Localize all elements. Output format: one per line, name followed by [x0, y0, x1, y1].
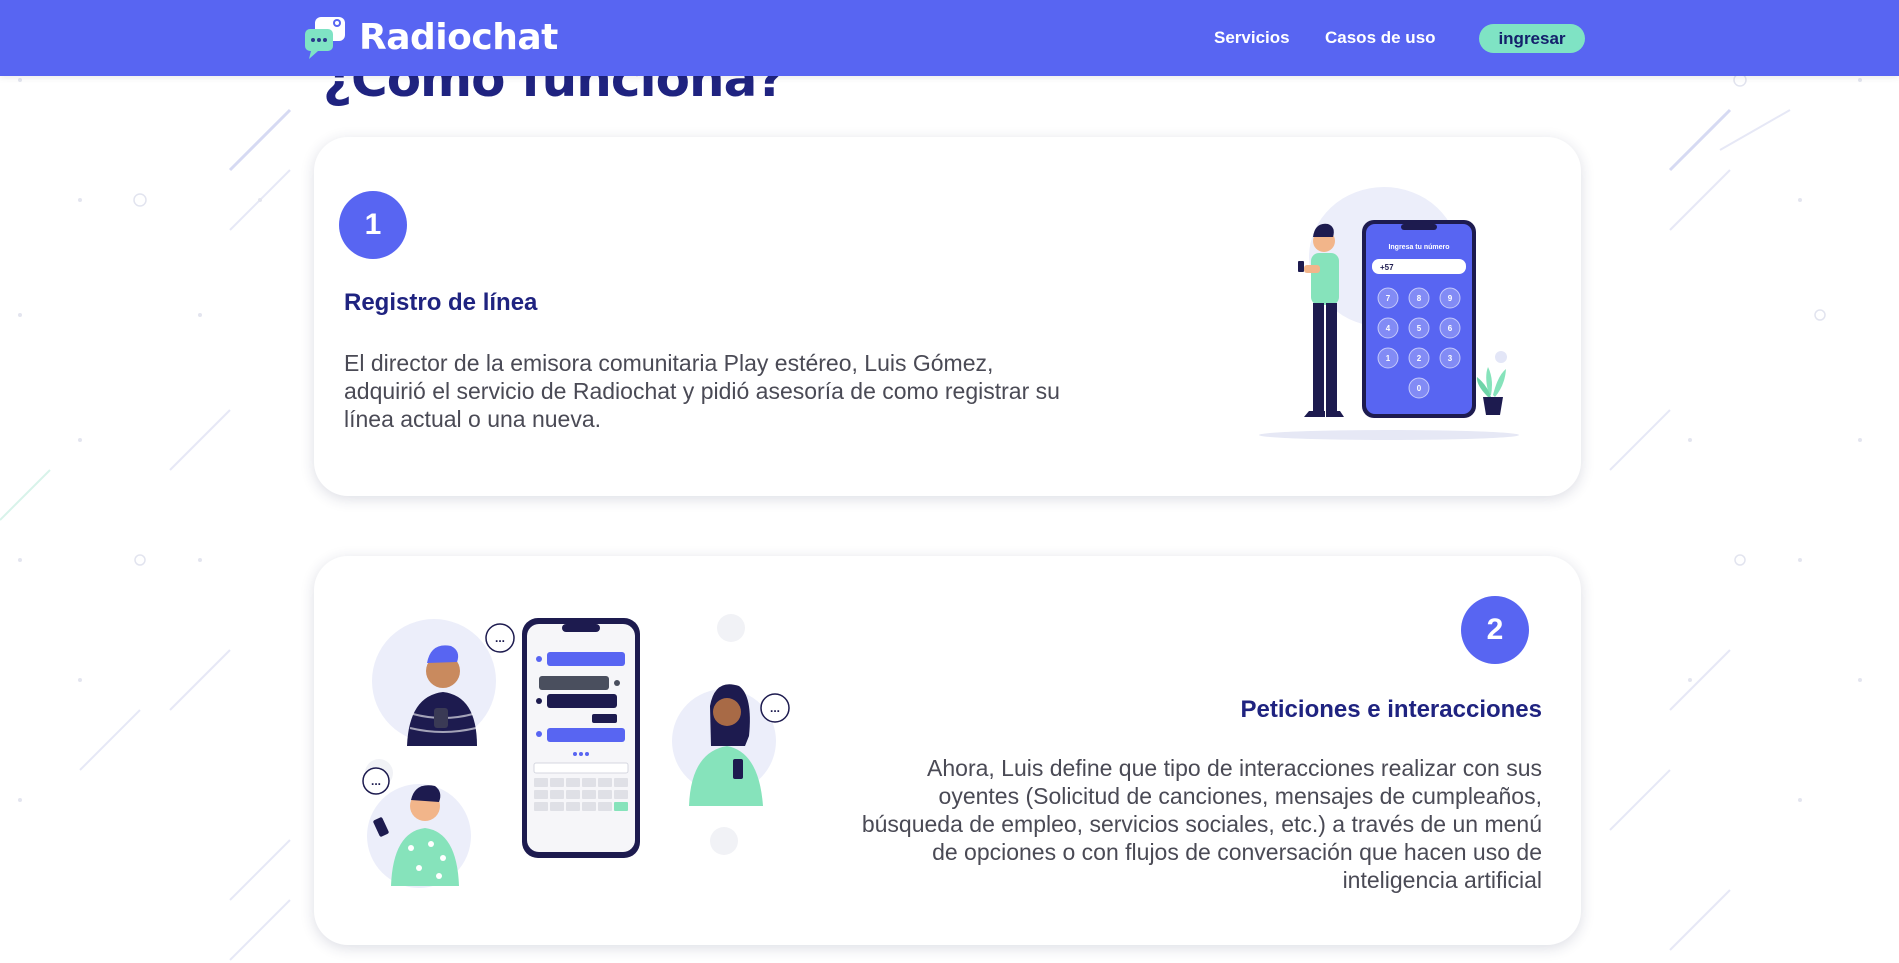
- keypad-key: 1: [1386, 354, 1391, 363]
- keypad-key: 9: [1448, 294, 1453, 303]
- brand-name: Radiochat: [359, 16, 558, 58]
- step-title: Registro de línea: [344, 289, 538, 316]
- keypad-key: 0: [1417, 384, 1422, 393]
- top-navbar: Radiochat Servicios Casos de uso ingresa…: [0, 0, 1899, 76]
- phone-registration-illustration: Ingresa tu número +57 7 8 9 4 5 6 1 2 3 …: [1259, 187, 1519, 440]
- phone-prefix: +57: [1380, 263, 1394, 272]
- keypad-key: 5: [1417, 324, 1422, 333]
- speech-bubble-dots: ...: [770, 701, 780, 715]
- speech-bubble-dots: ...: [371, 774, 381, 788]
- keypad-key: 6: [1448, 324, 1453, 333]
- chat-bubble-logo-icon: [305, 17, 345, 59]
- step-number-badge: 1: [339, 191, 407, 259]
- step-card-2: ... ... ... 2 Peticiones e interacciones…: [314, 556, 1581, 945]
- step-description: Ahora, Luis define que tipo de interacci…: [861, 755, 1542, 893]
- step-description: El director de la emisora comunitaria Pl…: [344, 350, 1060, 432]
- login-button[interactable]: ingresar: [1479, 24, 1585, 53]
- keypad-key: 4: [1386, 324, 1391, 333]
- chat-interactions-illustration: ... ... ...: [362, 614, 790, 888]
- step-card-1: 1 Registro de línea El director de la em…: [314, 137, 1581, 496]
- keypad-key: 8: [1417, 294, 1422, 303]
- phone-title: Ingresa tu número: [1388, 244, 1449, 251]
- speech-bubble-dots: ...: [495, 631, 505, 645]
- keypad-key: 7: [1386, 294, 1391, 303]
- nav-link-casos-de-uso[interactable]: Casos de uso: [1325, 28, 1436, 48]
- step-number-badge: 2: [1461, 596, 1529, 664]
- nav-link-servicios[interactable]: Servicios: [1214, 28, 1290, 48]
- brand-home-link[interactable]: Radiochat: [303, 12, 558, 62]
- keypad-key: 2: [1417, 354, 1422, 363]
- step-title: Peticiones e interacciones: [1240, 696, 1542, 723]
- keypad-key: 3: [1448, 354, 1453, 363]
